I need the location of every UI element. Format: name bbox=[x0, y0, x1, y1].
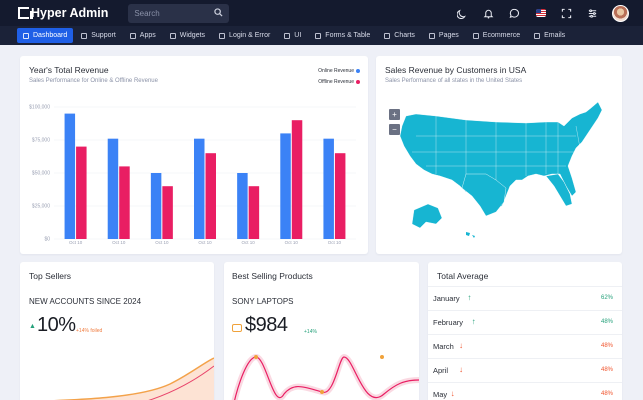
top-sellers-sparkline bbox=[54, 357, 214, 400]
bar-offline[interactable] bbox=[334, 153, 346, 239]
nav-login-error[interactable]: Login & Error bbox=[213, 28, 276, 43]
usa-map[interactable] bbox=[376, 56, 622, 254]
nav-emails[interactable]: Emails bbox=[528, 28, 571, 43]
nav-apps[interactable]: Apps bbox=[124, 28, 162, 43]
x-tick-label: Oct 10 bbox=[285, 240, 299, 245]
total-average-card: Total Average January ↑ 62% February ↑ 48% Mar… bbox=[428, 262, 622, 400]
arrow-up-icon: ↑ bbox=[471, 317, 476, 326]
best-selling-card: Best Selling Products SONY LAPTOPS $984 … bbox=[224, 262, 419, 400]
bar-online[interactable] bbox=[150, 173, 162, 239]
x-tick-label: Oct 10 bbox=[155, 240, 169, 245]
alaska-shape bbox=[411, 203, 443, 229]
headset-icon bbox=[81, 32, 88, 39]
app-logo[interactable]: Hyper Admin bbox=[18, 6, 108, 20]
search-box bbox=[128, 3, 230, 23]
chart-icon bbox=[384, 32, 391, 39]
x-tick-label: Oct 10 bbox=[198, 240, 212, 245]
bar-online[interactable] bbox=[64, 113, 76, 239]
main-nav: Dashboard Support Apps Widgets Login & E… bbox=[0, 26, 643, 45]
bar-offline[interactable] bbox=[76, 146, 87, 239]
best-selling-sparkline bbox=[231, 353, 419, 400]
x-tick-label: Oct 10 bbox=[242, 240, 256, 245]
average-percent: 62% bbox=[600, 295, 613, 301]
top-sellers-card: Top Sellers NEW ACCOUNTS SINCE 2024 ▲ 10… bbox=[20, 262, 214, 400]
y-tick-label: $25,000 bbox=[32, 204, 50, 210]
arrow-down-icon: ↓ bbox=[450, 389, 455, 398]
average-percent: 48% bbox=[600, 319, 613, 325]
lock-icon bbox=[219, 32, 226, 39]
average-percent: 48% bbox=[600, 367, 613, 373]
bar-offline[interactable] bbox=[205, 153, 217, 239]
average-month: April bbox=[433, 366, 449, 375]
chart-point-marker bbox=[320, 390, 324, 394]
average-percent: 48% bbox=[600, 343, 613, 349]
notification-bell-icon[interactable] bbox=[482, 7, 495, 20]
y-tick-label: $75,000 bbox=[32, 138, 50, 144]
y-tick-label: $100,000 bbox=[29, 105, 50, 111]
cart-icon bbox=[472, 32, 479, 39]
hawaii-shape bbox=[466, 232, 475, 238]
average-row: January ↑ 62% bbox=[428, 286, 622, 310]
average-month: May bbox=[433, 390, 448, 399]
nav-dashboard[interactable]: Dashboard bbox=[17, 28, 74, 43]
bar-online[interactable] bbox=[237, 173, 248, 239]
mail-icon bbox=[534, 32, 541, 39]
y-tick-label: $50,000 bbox=[32, 171, 50, 177]
bar-online[interactable] bbox=[280, 133, 291, 239]
app-title: Hyper Admin bbox=[31, 6, 109, 20]
average-row: February ↑ 48% bbox=[428, 310, 622, 334]
search-input[interactable] bbox=[134, 8, 215, 18]
bar-online[interactable] bbox=[194, 138, 205, 239]
total-average-title: Total Average bbox=[437, 271, 489, 281]
us-flag-icon[interactable] bbox=[534, 7, 547, 20]
widgets-icon bbox=[169, 32, 176, 39]
ui-icon bbox=[284, 32, 291, 39]
arrow-down-icon: ↓ bbox=[459, 365, 463, 374]
top-actions bbox=[456, 0, 629, 26]
pages-icon bbox=[428, 32, 435, 39]
chat-icon[interactable] bbox=[508, 7, 521, 20]
nav-ecommerce[interactable]: Ecommerce bbox=[467, 28, 526, 43]
table-icon bbox=[315, 32, 322, 39]
bar-offline[interactable] bbox=[291, 120, 303, 239]
bar-offline[interactable] bbox=[248, 186, 260, 239]
y-tick-label: $0 bbox=[44, 237, 50, 243]
average-percent: 48% bbox=[600, 391, 613, 397]
nav-support[interactable]: Support bbox=[75, 28, 122, 43]
apps-icon bbox=[129, 32, 136, 39]
average-row: March ↓ 48% bbox=[428, 334, 622, 358]
nav-widgets[interactable]: Widgets bbox=[164, 28, 211, 43]
nav-charts[interactable]: Charts bbox=[378, 28, 421, 43]
average-month: March bbox=[433, 342, 454, 351]
average-month: January bbox=[433, 294, 460, 303]
user-avatar[interactable] bbox=[612, 4, 629, 22]
dark-mode-icon[interactable] bbox=[456, 7, 469, 20]
average-row: May ↓ 48% bbox=[428, 382, 622, 400]
average-row: April ↓ 48% bbox=[428, 358, 622, 382]
x-tick-label: Oct 10 bbox=[112, 240, 126, 245]
x-tick-label: Oct 10 bbox=[69, 240, 83, 245]
bar-offline[interactable] bbox=[162, 186, 173, 239]
chart-point-marker bbox=[254, 355, 258, 359]
arrow-up-icon: ↑ bbox=[467, 293, 472, 302]
logo-icon bbox=[18, 7, 33, 19]
fullscreen-icon[interactable] bbox=[560, 7, 573, 20]
nav-pages[interactable]: Pages bbox=[423, 28, 465, 43]
average-month: February bbox=[433, 318, 464, 327]
chart-point-marker bbox=[380, 355, 384, 359]
bar-online[interactable] bbox=[323, 138, 334, 239]
settings-icon[interactable] bbox=[586, 7, 599, 20]
dashboard-icon bbox=[23, 32, 29, 39]
bar-offline[interactable] bbox=[119, 166, 130, 239]
usa-map-card: Sales Revenue by Customers in USA Sales … bbox=[376, 56, 622, 254]
x-tick-label: Oct 10 bbox=[328, 240, 342, 245]
bar-online[interactable] bbox=[107, 138, 119, 239]
arrow-down-icon: ↓ bbox=[459, 341, 463, 350]
search-icon[interactable] bbox=[214, 7, 223, 19]
top-bar: Hyper Admin bbox=[0, 0, 643, 26]
nav-ui[interactable]: UI bbox=[278, 28, 307, 43]
nav-forms-table[interactable]: Forms & Table bbox=[309, 28, 376, 43]
revenue-bar-chart: $0 $25,000 $50,000 $75,000 $100,000 Oct 10 Oct… bbox=[29, 105, 356, 245]
revenue-card: Year's Total Revenue Sales Performance f… bbox=[20, 56, 368, 254]
